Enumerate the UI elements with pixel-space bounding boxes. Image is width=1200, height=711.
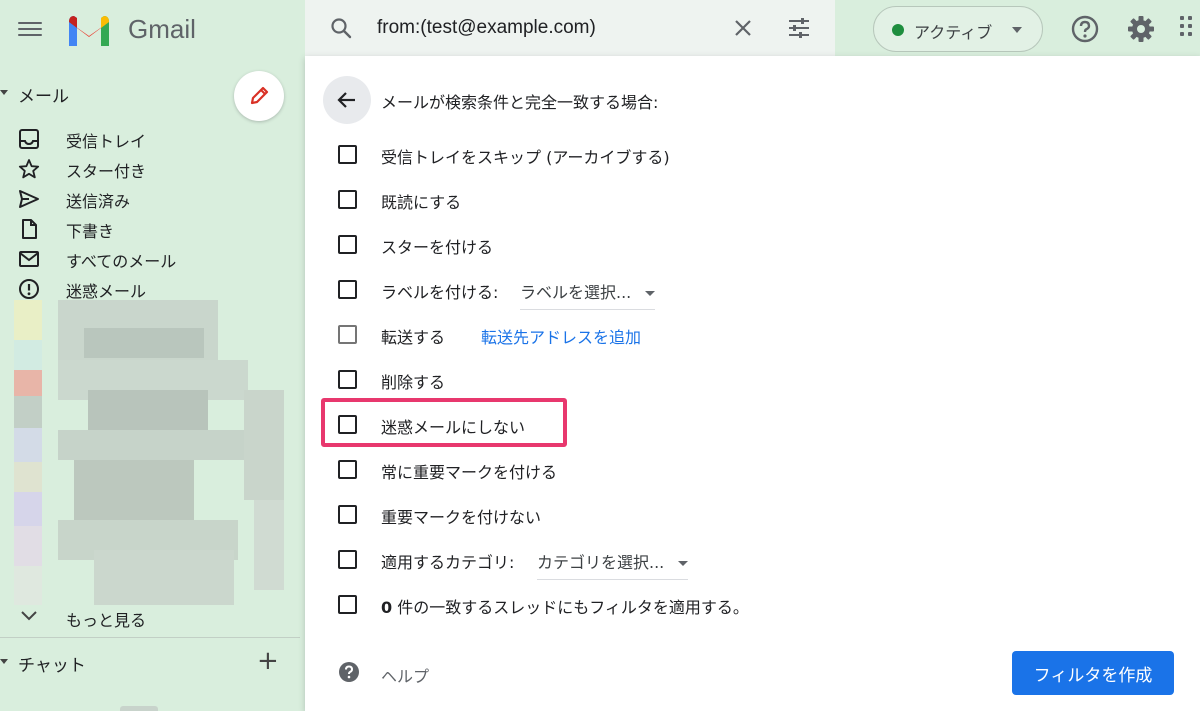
apply-label-checkbox[interactable] bbox=[338, 280, 357, 299]
star-icon bbox=[18, 159, 40, 179]
category-select[interactable]: カテゴリを選択... bbox=[537, 549, 689, 580]
option-label: ラベルを付ける: bbox=[381, 283, 499, 302]
help-link[interactable]: ヘルプ bbox=[381, 663, 429, 687]
apps-grid-icon[interactable] bbox=[1180, 16, 1200, 42]
option-label: スターを付ける bbox=[381, 238, 494, 257]
option-never-important[interactable]: 重要マークを付けない bbox=[305, 499, 1200, 529]
label-select[interactable]: ラベルを選択... bbox=[520, 279, 656, 310]
match-count: 0 bbox=[381, 598, 393, 617]
dropdown-arrow-icon bbox=[678, 561, 689, 566]
gmail-logo[interactable] bbox=[66, 12, 112, 48]
chat-label: チャット bbox=[18, 656, 86, 676]
chevron-down-icon bbox=[1012, 27, 1022, 33]
option-category[interactable]: 適用するカテゴリ: カテゴリを選択... bbox=[305, 544, 1200, 580]
settings-gear-icon[interactable] bbox=[1126, 14, 1156, 44]
category-checkbox[interactable] bbox=[338, 550, 357, 569]
sidebar-item-label: すべてのメール bbox=[66, 252, 177, 271]
help-icon[interactable] bbox=[338, 661, 360, 683]
option-label: 受信トレイをスキップ (アーカイブする) bbox=[381, 148, 670, 167]
back-button[interactable] bbox=[323, 76, 371, 124]
sidebar-item-all-mail[interactable]: すべてのメール bbox=[0, 244, 300, 274]
status-dot bbox=[892, 24, 904, 36]
pixelated-labels-area bbox=[14, 300, 300, 605]
option-label: 重要マークを付けない bbox=[381, 508, 542, 527]
option-label: 適用するカテゴリ: bbox=[381, 553, 515, 572]
draft-icon bbox=[22, 219, 37, 239]
option-mark-read[interactable]: 既読にする bbox=[305, 184, 1200, 214]
mail-section-title: メール bbox=[18, 87, 69, 107]
more-label: もっと見る bbox=[66, 611, 147, 630]
gmail-wordmark: Gmail bbox=[128, 14, 196, 44]
dropdown-arrow-icon bbox=[645, 291, 656, 296]
collapse-triangle-icon bbox=[0, 659, 8, 664]
sidebar-item-label: 迷惑メール bbox=[66, 282, 147, 301]
status-selector[interactable]: アクティブ bbox=[873, 6, 1043, 52]
help-icon[interactable] bbox=[1070, 14, 1100, 44]
sidebar-item-inbox[interactable]: 受信トレイ bbox=[0, 124, 300, 154]
chat-section-header[interactable]: チャット + bbox=[0, 648, 300, 676]
option-label: 既読にする bbox=[381, 193, 462, 212]
category-select-value: カテゴリを選択... bbox=[537, 553, 665, 572]
more-button[interactable]: もっと見る bbox=[0, 605, 300, 631]
option-never-spam[interactable]: 迷惑メールにしない bbox=[305, 409, 1200, 439]
add-forwarding-address-link[interactable]: 転送先アドレスを追加 bbox=[481, 324, 641, 348]
bottom-tab[interactable] bbox=[120, 706, 158, 711]
clear-search-icon[interactable] bbox=[733, 18, 753, 38]
never-important-checkbox[interactable] bbox=[338, 505, 357, 524]
forward-checkbox[interactable] bbox=[338, 325, 357, 344]
skip-inbox-checkbox[interactable] bbox=[338, 145, 357, 164]
search-input[interactable]: from:(test@example.com) bbox=[377, 17, 596, 39]
add-chat-icon[interactable]: + bbox=[257, 648, 279, 674]
option-star[interactable]: スターを付ける bbox=[305, 229, 1200, 259]
sidebar-divider bbox=[0, 637, 300, 638]
search-bar[interactable]: from:(test@example.com) bbox=[305, 0, 835, 56]
option-forward[interactable]: 転送する 転送先アドレスを追加 bbox=[305, 319, 1200, 349]
sidebar-item-label: 下書き bbox=[66, 222, 115, 241]
compose-button[interactable] bbox=[234, 71, 284, 121]
always-important-checkbox[interactable] bbox=[338, 460, 357, 479]
option-label: 0 件の一致するスレッドにもフィルタを適用する。 bbox=[381, 594, 749, 618]
create-filter-button[interactable]: フィルタを作成 bbox=[1012, 651, 1174, 695]
sidebar-item-label: 送信済み bbox=[66, 192, 131, 211]
sidebar-item-sent[interactable]: 送信済み bbox=[0, 184, 300, 214]
label-select-value: ラベルを選択... bbox=[520, 283, 632, 302]
sidebar-item-starred[interactable]: スター付き bbox=[0, 154, 300, 184]
filter-panel-title: メールが検索条件と完全一致する場合: bbox=[381, 93, 659, 112]
pencil-icon bbox=[250, 86, 269, 105]
apply-existing-checkbox[interactable] bbox=[338, 595, 357, 614]
option-apply-existing[interactable]: 0 件の一致するスレッドにもフィルタを適用する。 bbox=[305, 589, 1200, 619]
inbox-icon bbox=[19, 129, 39, 149]
sidebar-nav: 受信トレイ スター付き 送信済み 下書き すべてのメール 迷惑メール bbox=[0, 124, 300, 304]
option-label: 転送する bbox=[381, 328, 446, 347]
option-apply-label[interactable]: ラベルを付ける: ラベルを選択... bbox=[305, 274, 1200, 310]
send-icon bbox=[19, 190, 39, 208]
option-delete[interactable]: 削除する bbox=[305, 364, 1200, 394]
search-options-icon[interactable] bbox=[787, 16, 811, 40]
star-checkbox[interactable] bbox=[338, 235, 357, 254]
never-spam-checkbox[interactable] bbox=[338, 415, 357, 434]
option-label: 常に重要マークを付ける bbox=[381, 463, 558, 482]
search-icon[interactable] bbox=[329, 16, 353, 40]
chevron-down-icon bbox=[21, 611, 37, 621]
spam-icon bbox=[19, 279, 39, 299]
collapse-triangle-icon bbox=[0, 90, 8, 95]
option-label: 迷惑メールにしない bbox=[381, 418, 526, 437]
option-skip-inbox[interactable]: 受信トレイをスキップ (アーカイブする) bbox=[305, 139, 1200, 169]
mark-read-checkbox[interactable] bbox=[338, 190, 357, 209]
apply-existing-text: 件の一致するスレッドにもフィルタを適用する。 bbox=[392, 598, 749, 617]
status-label: アクティブ bbox=[914, 23, 993, 42]
sidebar-item-label: スター付き bbox=[66, 162, 147, 181]
sidebar-item-drafts[interactable]: 下書き bbox=[0, 214, 300, 244]
mail-icon bbox=[19, 251, 39, 267]
delete-checkbox[interactable] bbox=[338, 370, 357, 389]
option-label: 削除する bbox=[381, 373, 446, 392]
filter-options-panel: メールが検索条件と完全一致する場合: 受信トレイをスキップ (アーカイブする) … bbox=[305, 56, 1200, 711]
arrow-left-icon bbox=[337, 92, 355, 108]
main-menu-button[interactable] bbox=[18, 18, 42, 38]
sidebar-item-label: 受信トレイ bbox=[66, 132, 147, 151]
option-always-important[interactable]: 常に重要マークを付ける bbox=[305, 454, 1200, 484]
